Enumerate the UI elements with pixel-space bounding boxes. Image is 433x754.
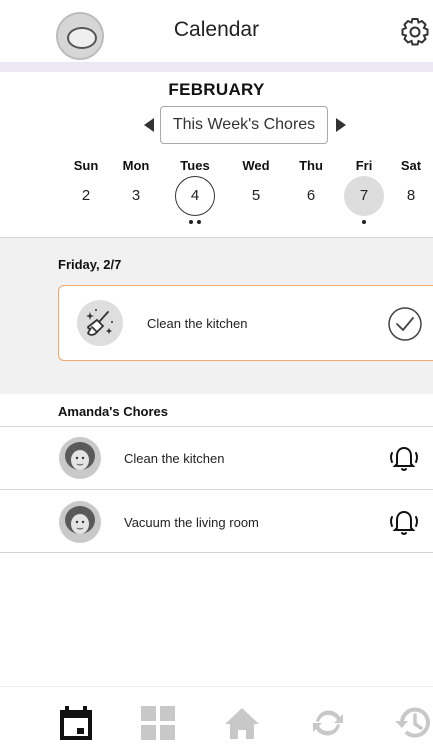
avatar xyxy=(59,501,101,543)
bottom-nav xyxy=(0,686,433,754)
month-label: FEBRUARY xyxy=(168,80,265,99)
day-name-thu: Thu xyxy=(299,158,323,173)
divider xyxy=(0,552,433,553)
divider xyxy=(0,426,433,427)
check-circle-icon[interactable] xyxy=(387,306,423,342)
history-icon[interactable] xyxy=(393,703,433,743)
app-header: Calendar xyxy=(0,0,433,62)
day-5[interactable]: 5 xyxy=(236,176,276,216)
avatar xyxy=(59,437,101,479)
dashboard-grid-icon[interactable] xyxy=(138,703,178,743)
chore-dot xyxy=(362,220,366,224)
gear-icon[interactable] xyxy=(393,15,433,49)
day-name-wed: Wed xyxy=(242,158,270,173)
header-strip xyxy=(0,62,433,72)
day-name-fri: Fri xyxy=(355,158,373,173)
divider xyxy=(0,489,433,490)
day-3[interactable]: 3 xyxy=(116,176,156,216)
selected-day-label: Friday, 2/7 xyxy=(58,257,122,272)
prev-week-arrow-icon[interactable] xyxy=(144,118,154,132)
day-2[interactable]: 2 xyxy=(66,176,106,216)
section-title-amanda: Amanda's Chores xyxy=(58,404,169,419)
calendar-icon[interactable] xyxy=(56,703,96,743)
broom-sparkle-icon xyxy=(86,309,113,336)
page-title: Calendar xyxy=(173,18,260,41)
bell-icon[interactable] xyxy=(386,503,422,539)
chore-dot xyxy=(189,220,193,224)
calendar-screen: Calendar FEBRUARY This Week's Chores Sun… xyxy=(0,0,433,754)
day-name-sat: Sat xyxy=(400,158,422,173)
day-6[interactable]: 6 xyxy=(291,176,331,216)
day-name-sun: Sun xyxy=(73,158,99,173)
chore-title: Vacuum the living room xyxy=(124,515,259,530)
chore-dot xyxy=(197,220,201,224)
week-selector[interactable]: This Week's Chores xyxy=(160,106,328,144)
sync-icon[interactable] xyxy=(308,703,348,743)
day-4-selected[interactable]: 4 xyxy=(175,176,215,216)
next-week-arrow-icon[interactable] xyxy=(336,118,346,132)
bell-icon[interactable] xyxy=(386,439,422,475)
chore-title: Clean the kitchen xyxy=(124,451,225,466)
home-icon[interactable] xyxy=(222,703,262,743)
day-name-tues: Tues xyxy=(180,158,210,173)
day-8[interactable]: 8 xyxy=(391,176,431,216)
day-name-mon: Mon xyxy=(122,158,150,173)
chore-title: Clean the kitchen xyxy=(147,316,248,331)
chore-icon-badge xyxy=(77,300,123,346)
chore-card[interactable]: Clean the kitchen xyxy=(58,285,433,361)
day-7-today[interactable]: 7 xyxy=(344,176,384,216)
